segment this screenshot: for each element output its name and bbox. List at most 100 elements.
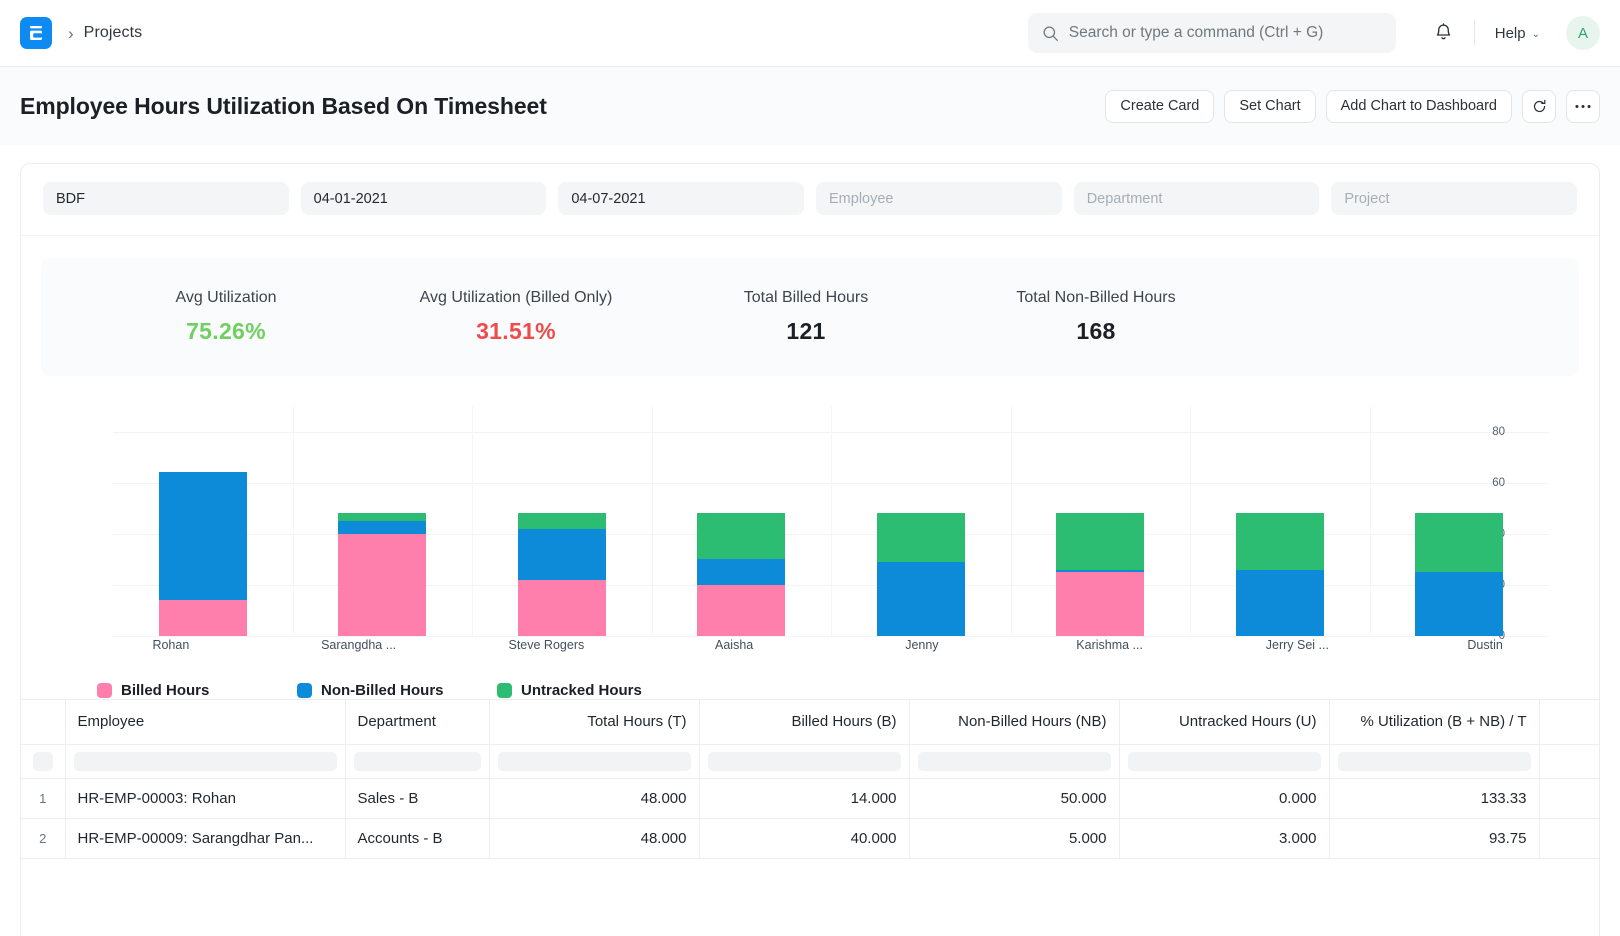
chart-bar-segment[interactable] <box>517 528 606 580</box>
table-cell[interactable]: 93.75 <box>1329 818 1540 859</box>
legend-item[interactable]: Billed Hours <box>97 682 297 699</box>
column-filter-input[interactable] <box>73 751 337 771</box>
column-filter-cell[interactable] <box>345 744 490 779</box>
column-filter-input[interactable] <box>353 751 481 771</box>
billed-hours-header[interactable]: Billed Hours (B) <box>699 700 910 745</box>
table-cell[interactable]: 48.000 <box>489 818 700 859</box>
table-row[interactable]: 1 HR-EMP-00003: Rohan Sales - B 48.000 14.00… <box>21 778 1599 819</box>
refresh-icon[interactable] <box>1522 89 1556 123</box>
row-index-cell[interactable]: 1 <box>21 778 66 819</box>
chart-bar-segment[interactable] <box>1235 569 1324 636</box>
column-filter-input[interactable] <box>917 751 1111 771</box>
notification-bell-icon[interactable] <box>1426 15 1462 51</box>
avatar[interactable]: A <box>1566 16 1600 50</box>
department-header[interactable]: Department <box>345 700 490 745</box>
column-filter-cell[interactable] <box>699 744 910 779</box>
overflow-header[interactable] <box>1539 700 1599 745</box>
chart-bar-segment[interactable] <box>517 513 606 529</box>
employee-filter[interactable]: Employee <box>816 182 1062 215</box>
department-filter[interactable]: Department <box>1073 182 1320 215</box>
utilization-header[interactable]: % Utilization (B + NB) / T <box>1329 700 1540 745</box>
chart-stacked-bar[interactable] <box>338 513 427 636</box>
chart-bar-column[interactable] <box>1010 406 1191 636</box>
table-cell[interactable]: HR-EMP-00003: Rohan <box>65 778 346 819</box>
ellipsis-icon[interactable] <box>1566 89 1600 123</box>
to-date-filter[interactable]: 04-07-2021 <box>558 182 805 215</box>
chart-bar-segment[interactable] <box>338 513 427 522</box>
add-chart-to-dashboard-button[interactable]: Add Chart to Dashboard <box>1325 89 1512 123</box>
chart-bar-column[interactable] <box>113 406 293 636</box>
table-cell[interactable]: Accounts - B <box>345 818 490 859</box>
legend-item[interactable]: Untracked Hours <box>497 682 697 699</box>
column-filter-input[interactable] <box>1127 751 1321 771</box>
chart-stacked-bar[interactable] <box>517 513 606 636</box>
table-cell[interactable]: 0.000 <box>1119 778 1330 819</box>
chart-bar-segment[interactable] <box>697 513 786 560</box>
column-filter-cell[interactable] <box>909 744 1120 779</box>
chart-stacked-bar[interactable] <box>697 513 786 636</box>
column-filter-input[interactable] <box>707 751 901 771</box>
chart-bar-segment[interactable] <box>876 513 965 562</box>
column-filter-input[interactable] <box>32 751 53 771</box>
column-filter-input[interactable] <box>1337 751 1531 771</box>
employee-header[interactable]: Employee <box>65 700 346 745</box>
chart-bar-segment[interactable] <box>1235 513 1324 570</box>
help-menu-button[interactable]: Help ⌄ <box>1487 19 1548 48</box>
create-card-button[interactable]: Create Card <box>1105 89 1215 123</box>
table-cell[interactable]: 5.000 <box>909 818 1120 859</box>
column-filter-input[interactable] <box>497 751 691 771</box>
chart-bar-segment[interactable] <box>1415 572 1504 636</box>
table-cell[interactable]: 3.000 <box>1119 818 1330 859</box>
chart-bar-segment[interactable] <box>338 533 427 636</box>
non-billed-hours-header[interactable]: Non-Billed Hours (NB) <box>909 700 1120 745</box>
table-cell[interactable]: 50.000 <box>909 778 1120 819</box>
chart-bar-segment[interactable] <box>158 472 247 601</box>
row-index-header[interactable] <box>21 700 66 745</box>
column-filter-cell[interactable] <box>21 744 66 779</box>
chart-bar-column[interactable] <box>1190 406 1370 636</box>
column-filter-cell[interactable] <box>1539 744 1599 779</box>
legend-item[interactable]: Non-Billed Hours <box>297 682 497 699</box>
chart-bar-segment[interactable] <box>697 559 786 585</box>
company-filter-value: BDF <box>56 190 85 207</box>
breadcrumb-projects[interactable]: Projects <box>84 24 143 42</box>
chart-bar-segment[interactable] <box>1415 513 1504 573</box>
chart-bar-column[interactable] <box>472 406 652 636</box>
row-index-cell[interactable]: 2 <box>21 818 66 859</box>
chart-stacked-bar[interactable] <box>1415 513 1504 636</box>
table-cell[interactable]: Sales - B <box>345 778 490 819</box>
chart-bar-column[interactable] <box>292 406 473 636</box>
table-cell[interactable]: 40.000 <box>699 818 910 859</box>
project-filter[interactable]: Project <box>1331 182 1578 215</box>
chart-bar-column[interactable] <box>831 406 1011 636</box>
total-hours-header[interactable]: Total Hours (T) <box>489 700 700 745</box>
chart-bar-segment[interactable] <box>1056 572 1145 636</box>
chart-bar-segment[interactable] <box>1056 513 1145 570</box>
chart-stacked-bar[interactable] <box>1056 513 1145 636</box>
chart-bar-segment[interactable] <box>697 584 786 636</box>
from-date-filter[interactable]: 04-01-2021 <box>300 182 547 215</box>
column-filter-cell[interactable] <box>65 744 346 779</box>
column-filter-cell[interactable] <box>1119 744 1330 779</box>
chart-bar-column[interactable] <box>1369 406 1550 636</box>
table-row[interactable]: 2 HR-EMP-00009: Sarangdhar Pan... Accounts… <box>21 818 1599 859</box>
app-logo-icon[interactable] <box>20 17 52 49</box>
table-cell[interactable]: 14.000 <box>699 778 910 819</box>
chart-bar-segment[interactable] <box>158 600 247 636</box>
chart-stacked-bar[interactable] <box>876 513 965 636</box>
chart-stacked-bar[interactable] <box>1235 513 1324 636</box>
untracked-hours-header[interactable]: Untracked Hours (U) <box>1119 700 1330 745</box>
chart-stacked-bar[interactable] <box>158 472 247 636</box>
column-filter-cell[interactable] <box>1329 744 1540 779</box>
set-chart-button[interactable]: Set Chart <box>1224 89 1316 123</box>
chart-bar-segment[interactable] <box>338 521 427 534</box>
table-cell[interactable]: 133.33 <box>1329 778 1540 819</box>
chart-bar-segment[interactable] <box>876 561 965 636</box>
table-cell[interactable]: 48.000 <box>489 778 700 819</box>
search-input[interactable]: Search or type a command (Ctrl + G) <box>1027 13 1396 53</box>
chart-bar-segment[interactable] <box>517 579 606 636</box>
column-filter-cell[interactable] <box>489 744 700 779</box>
company-filter[interactable]: BDF <box>43 182 289 215</box>
chart-bar-column[interactable] <box>651 406 832 636</box>
table-cell[interactable]: HR-EMP-00009: Sarangdhar Pan... <box>65 818 346 859</box>
